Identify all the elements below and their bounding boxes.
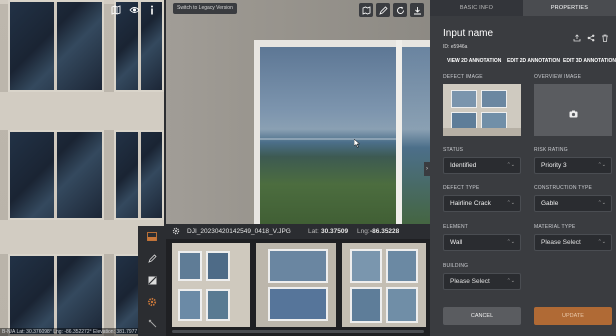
tab-basic-info[interactable]: BASIC INFO — [430, 0, 523, 16]
element-label: ELEMENT — [443, 224, 469, 230]
defect-type-label: DEFECT TYPE — [443, 185, 480, 191]
lat-value: 30.37509 — [321, 228, 349, 235]
image-viewer[interactable]: › — [166, 0, 430, 230]
building-label: BUILDING — [443, 263, 469, 269]
overview-image-label: OVERVIEW IMAGE — [534, 74, 582, 80]
defect-type-select[interactable]: Hairline Crack ⌃⌄ — [443, 195, 521, 212]
overview-image-upload[interactable] — [534, 84, 612, 136]
filmstrip[interactable] — [166, 239, 430, 336]
filmstrip-header: DJI_20230420142549_0418_V.JPG Lat: 30.37… — [166, 224, 430, 239]
switch-legacy-button[interactable]: Switch to Legacy Version — [173, 3, 237, 14]
measure-icon[interactable] — [145, 316, 159, 330]
construction-type-label: CONSTRUCTION TYPE — [534, 185, 593, 191]
edit-3d-annotation-link[interactable]: EDIT 3D ANNOTATION — [563, 58, 616, 64]
status-label: STATUS — [443, 147, 464, 153]
download-icon[interactable] — [410, 3, 424, 17]
properties-panel: BASIC INFO PROPERTIES Input name ID: e59… — [430, 0, 616, 336]
link-icon[interactable] — [587, 29, 595, 47]
grid-icon[interactable] — [145, 273, 159, 287]
settings-icon[interactable] — [172, 224, 180, 239]
gear-icon[interactable] — [145, 295, 159, 309]
update-button[interactable]: UPDATE — [534, 307, 612, 325]
image-filename: DJI_20230420142549_0418_V.JPG — [187, 228, 291, 235]
element-select[interactable]: Wall ⌃⌄ — [443, 234, 521, 251]
view-2d-annotation-link[interactable]: VIEW 2D ANNOTATION — [447, 58, 501, 64]
edit-2d-annotation-link[interactable]: EDIT 2D ANNOTATION — [507, 58, 560, 64]
eye-icon[interactable] — [127, 3, 141, 17]
pen-icon[interactable] — [376, 3, 390, 17]
thumbnail[interactable] — [172, 243, 250, 327]
id-text: ID: e5946a — [443, 44, 468, 50]
thumbnail[interactable] — [342, 243, 426, 327]
material-type-label: MATERIAL TYPE — [534, 224, 576, 230]
camera-icon — [569, 105, 578, 123]
mouse-cursor — [354, 139, 360, 148]
risk-rating-select[interactable]: Priority 3 ⌃⌄ — [534, 157, 612, 174]
material-type-select[interactable]: Please Select ⌃⌄ — [534, 234, 612, 251]
lng-label: Lng: — [357, 228, 370, 235]
status-select[interactable]: Identified ⌃⌄ — [443, 157, 521, 174]
risk-rating-label: RISK RATING — [534, 147, 568, 153]
lng-value: -86.35228 — [370, 228, 400, 235]
share-icon[interactable] — [573, 29, 581, 47]
tool-column — [138, 226, 166, 336]
cancel-button[interactable]: CANCEL — [443, 307, 521, 325]
trash-icon[interactable] — [601, 29, 609, 47]
filmstrip-scrollbar[interactable] — [172, 330, 424, 333]
refresh-icon[interactable] — [393, 3, 407, 17]
lat-label: Lat: — [308, 228, 319, 235]
thumbnail[interactable] — [256, 243, 336, 327]
edit-icon[interactable] — [145, 251, 159, 265]
construction-type-select[interactable]: Gable ⌃⌄ — [534, 195, 612, 212]
defect-image[interactable] — [443, 84, 521, 136]
info-icon[interactable] — [145, 3, 159, 17]
defect-image-label: DEFECT IMAGE — [443, 74, 483, 80]
building-select[interactable]: Please Select ⌃⌄ — [443, 273, 521, 290]
layers-icon[interactable] — [359, 3, 373, 17]
tab-properties[interactable]: PROPERTIES — [523, 0, 616, 16]
map-icon[interactable] — [109, 3, 123, 17]
panel-title[interactable]: Input name — [443, 28, 493, 39]
image-icon[interactable] — [145, 229, 159, 243]
